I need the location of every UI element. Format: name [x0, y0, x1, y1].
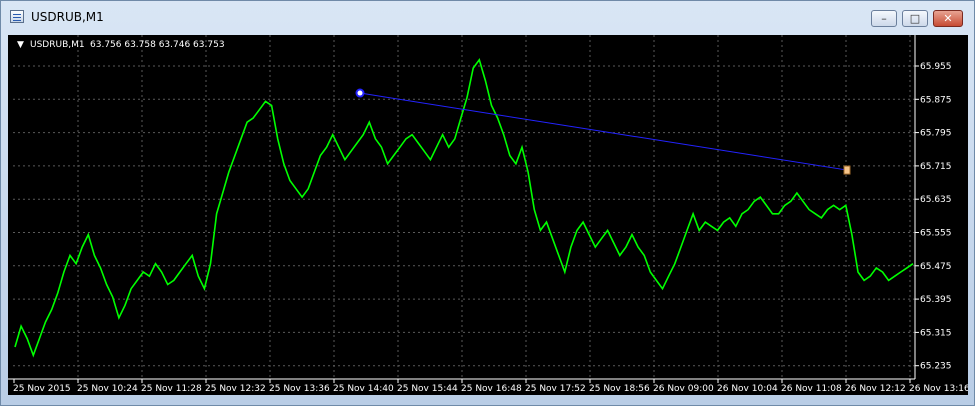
time-tick-label: 26 Nov 11:08	[781, 384, 842, 394]
price-tick-label: 65.955	[920, 62, 952, 72]
price-chart[interactable]: 65.955 65.875 65.795 65.715 65.635 65.555 65.4…	[8, 35, 968, 395]
time-tick-label: 26 Nov 12:12	[845, 384, 906, 394]
chart-window-icon	[10, 10, 24, 23]
time-tick-label: 25 Nov 11:28	[141, 384, 202, 394]
price-tick-label: 65.875	[920, 95, 952, 105]
time-tick-label: 26 Nov 09:00	[653, 384, 714, 394]
chart-ohlc-values: 63.756 63.758 63.746 63.753	[90, 40, 225, 50]
time-tick-label: 25 Nov 12:32	[205, 384, 266, 394]
chart-grid	[13, 35, 915, 379]
trendline[interactable]	[359, 92, 848, 171]
time-tick-label: 25 Nov 14:40	[333, 384, 394, 394]
chart-window: USDRUB,M1 – □ ✕ 65.955 65.875 65.795 65.715…	[0, 0, 975, 406]
price-tick-label: 65.235	[920, 362, 952, 372]
price-tick-label: 65.395	[920, 295, 952, 305]
trendline-end-handle[interactable]	[843, 165, 851, 175]
maximize-button[interactable]: □	[902, 10, 928, 27]
close-button[interactable]: ✕	[933, 10, 963, 27]
chart-menu-arrow-icon[interactable]: ▼	[17, 40, 24, 50]
price-axis-panel[interactable]	[915, 35, 968, 379]
price-tick-label: 65.795	[920, 129, 952, 139]
price-tick-label: 65.715	[920, 162, 952, 172]
time-tick-label: 25 Nov 15:44	[397, 384, 458, 394]
title-bar[interactable]: USDRUB,M1 – □ ✕	[1, 1, 974, 35]
time-tick-label: 25 Nov 13:36	[269, 384, 330, 394]
price-tick-label: 65.315	[920, 328, 952, 338]
time-tick-label: 25 Nov 17:52	[525, 384, 586, 394]
time-tick-label: 25 Nov 18:56	[589, 384, 650, 394]
minimize-button[interactable]: –	[871, 10, 897, 27]
time-tick-label: 25 Nov 10:24	[77, 384, 138, 394]
chart-canvas[interactable]: 65.955 65.875 65.795 65.715 65.635 65.555 65.4…	[8, 35, 968, 395]
window-title: USDRUB,M1	[31, 10, 104, 24]
price-line	[14, 58, 914, 358]
price-tick-label: 65.555	[920, 229, 952, 239]
trendline-start-handle[interactable]	[355, 88, 365, 98]
chart-symbol-label: USDRUB,M1	[30, 40, 85, 50]
time-tick-label: 25 Nov 16:48	[461, 384, 522, 394]
time-tick-label: 26 Nov 10:04	[717, 384, 778, 394]
price-tick-label: 65.635	[920, 195, 952, 205]
time-tick-label: 26 Nov 13:16	[909, 384, 968, 394]
price-tick-label: 65.475	[920, 262, 952, 272]
time-tick-label: 25 Nov 2015	[13, 384, 71, 394]
